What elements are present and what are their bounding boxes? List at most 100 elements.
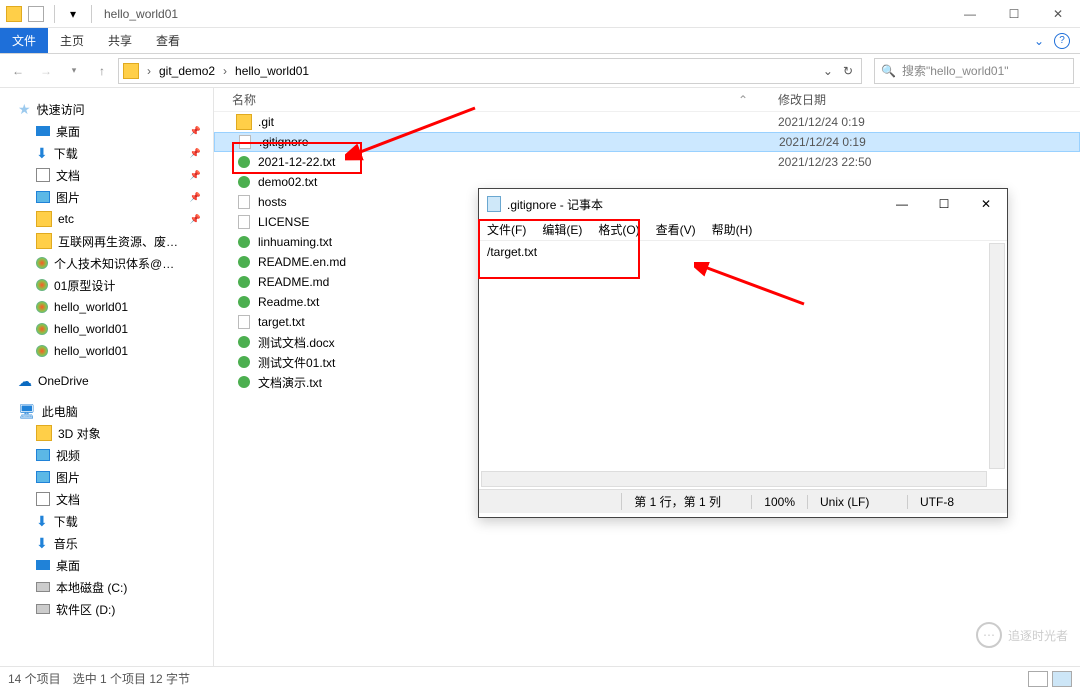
tab-view[interactable]: 查看: [144, 28, 192, 53]
sidebar-item[interactable]: 图片📌: [0, 186, 213, 208]
label: 桌面: [56, 557, 80, 574]
close-button[interactable]: ✕: [1036, 0, 1080, 28]
sidebar-onedrive[interactable]: ☁OneDrive: [0, 370, 213, 392]
search-input[interactable]: 🔍 搜索"hello_world01": [874, 58, 1074, 84]
md-icon: [236, 354, 252, 370]
sidebar-item[interactable]: hello_world01: [0, 318, 213, 340]
sidebar-item[interactable]: ⬇下载: [0, 510, 213, 532]
sidebar-item[interactable]: ⬇音乐: [0, 532, 213, 554]
file-row[interactable]: .gitignore2021/12/24 0:19: [214, 132, 1080, 152]
label: hello_world01: [54, 344, 128, 358]
menu-help[interactable]: 帮助(H): [712, 221, 753, 238]
sidebar-item[interactable]: hello_world01: [0, 340, 213, 362]
label: 本地磁盘 (C:): [56, 579, 127, 596]
notepad-status-bar: 第 1 行，第 1 列 100% Unix (LF) UTF-8: [479, 489, 1007, 513]
sidebar-item[interactable]: 个人技术知识体系@吴川三: [0, 252, 213, 274]
file-row[interactable]: .git2021/12/24 0:19: [214, 112, 1080, 132]
label: hello_world01: [54, 300, 128, 314]
notepad-icon: [487, 196, 501, 212]
file-date: 2021/12/24 0:19: [779, 135, 866, 149]
dl-icon: ⬇: [36, 145, 48, 162]
breadcrumb-item[interactable]: hello_world01: [235, 64, 309, 78]
folder-icon: [28, 6, 44, 22]
scrollbar-horizontal[interactable]: [481, 471, 987, 487]
expand-ribbon-icon[interactable]: ⌄: [1034, 34, 1044, 48]
sidebar-item[interactable]: 01原型设计: [0, 274, 213, 296]
desk-icon: [36, 126, 50, 136]
sidebar-item[interactable]: 文档📌: [0, 164, 213, 186]
file-date: 2021/12/23 22:50: [778, 155, 871, 169]
up-button[interactable]: ↑: [90, 59, 114, 83]
sidebar-item[interactable]: 文档: [0, 488, 213, 510]
details-view-button[interactable]: [1028, 671, 1048, 687]
navigation-pane: ★快速访问 桌面📌⬇下载📌文档📌图片📌etc📌互联网再生资源、废品回收个人技术知…: [0, 88, 214, 666]
file-name: .gitignore: [259, 135, 779, 149]
sidebar-item[interactable]: 3D 对象: [0, 422, 213, 444]
sidebar-quick-access[interactable]: ★快速访问: [0, 98, 213, 120]
label: 个人技术知识体系@吴川三: [54, 255, 184, 272]
chevron-right-icon[interactable]: ›: [223, 64, 227, 78]
status-bar: 14 个项目 选中 1 个项目 12 字节: [0, 666, 1080, 690]
pin-icon: 📌: [190, 192, 201, 203]
sidebar-item[interactable]: 桌面📌: [0, 120, 213, 142]
tab-home[interactable]: 主页: [48, 28, 96, 53]
sidebar-item[interactable]: 本地磁盘 (C:): [0, 576, 213, 598]
tab-share[interactable]: 共享: [96, 28, 144, 53]
label: 此电脑: [42, 403, 78, 420]
minimize-button[interactable]: —: [881, 189, 923, 219]
maximize-button[interactable]: ☐: [923, 189, 965, 219]
menu-edit[interactable]: 编辑(E): [542, 221, 582, 238]
maximize-button[interactable]: ☐: [992, 0, 1036, 28]
tab-file[interactable]: 文件: [0, 28, 48, 53]
minimize-button[interactable]: —: [948, 0, 992, 28]
sidebar-item[interactable]: hello_world01: [0, 296, 213, 318]
md-icon: [236, 174, 252, 190]
column-name[interactable]: 名称⌃: [232, 91, 778, 108]
sidebar-item[interactable]: 互联网再生资源、废品回收: [0, 230, 213, 252]
dl-icon: ⬇: [36, 535, 48, 552]
sidebar-item[interactable]: 桌面: [0, 554, 213, 576]
selection-info: 选中 1 个项目 12 字节: [73, 670, 190, 687]
sidebar-item[interactable]: etc📌: [0, 208, 213, 230]
forward-button[interactable]: →: [34, 59, 58, 83]
folder-icon: [36, 211, 52, 227]
menu-file[interactable]: 文件(F): [487, 221, 526, 238]
label: 3D 对象: [58, 425, 101, 442]
sidebar-item[interactable]: 图片: [0, 466, 213, 488]
label: 互联网再生资源、废品回收: [58, 233, 188, 250]
address-bar[interactable]: › git_demo2 › hello_world01 ⌄ ↻: [118, 58, 862, 84]
pc-icon: 🖥: [18, 403, 36, 420]
notepad-content: /target.txt: [487, 245, 537, 259]
back-button[interactable]: ←: [6, 59, 30, 83]
scrollbar-vertical[interactable]: [989, 243, 1005, 469]
close-button[interactable]: ✕: [965, 189, 1007, 219]
menu-view[interactable]: 查看(V): [656, 221, 696, 238]
label: 文档: [56, 167, 80, 184]
zoom-level: 100%: [751, 495, 807, 509]
label: 下载: [54, 513, 78, 530]
chevron-right-icon[interactable]: ›: [147, 64, 151, 78]
item-count: 14 个项目: [8, 670, 61, 687]
refresh-icon[interactable]: ↻: [843, 64, 853, 78]
wechat-icon: ⋯: [976, 622, 1002, 648]
sidebar-item[interactable]: 软件区 (D:): [0, 598, 213, 620]
dropdown-icon[interactable]: ▾: [65, 6, 81, 22]
menu-format[interactable]: 格式(O): [598, 221, 639, 238]
md-icon: [236, 254, 252, 270]
recent-dropdown[interactable]: ▾: [62, 59, 86, 83]
icons-view-button[interactable]: [1052, 671, 1072, 687]
notepad-editor[interactable]: /target.txt: [479, 241, 1007, 489]
sidebar-item[interactable]: 视频: [0, 444, 213, 466]
folder-icon: [36, 233, 52, 249]
dropdown-icon[interactable]: ⌄: [823, 64, 833, 78]
column-date[interactable]: 修改日期: [778, 91, 1080, 108]
folder-icon: [236, 114, 252, 130]
help-icon[interactable]: ?: [1054, 33, 1070, 49]
file-date: 2021/12/24 0:19: [778, 115, 865, 129]
breadcrumb-item[interactable]: git_demo2: [159, 64, 215, 78]
pic-icon: [36, 191, 50, 203]
sidebar-item[interactable]: ⬇下载📌: [0, 142, 213, 164]
sidebar-this-pc[interactable]: 🖥 此电脑: [0, 400, 213, 422]
file-row[interactable]: 2021-12-22.txt2021/12/23 22:50: [214, 152, 1080, 172]
md-icon: [236, 334, 252, 350]
